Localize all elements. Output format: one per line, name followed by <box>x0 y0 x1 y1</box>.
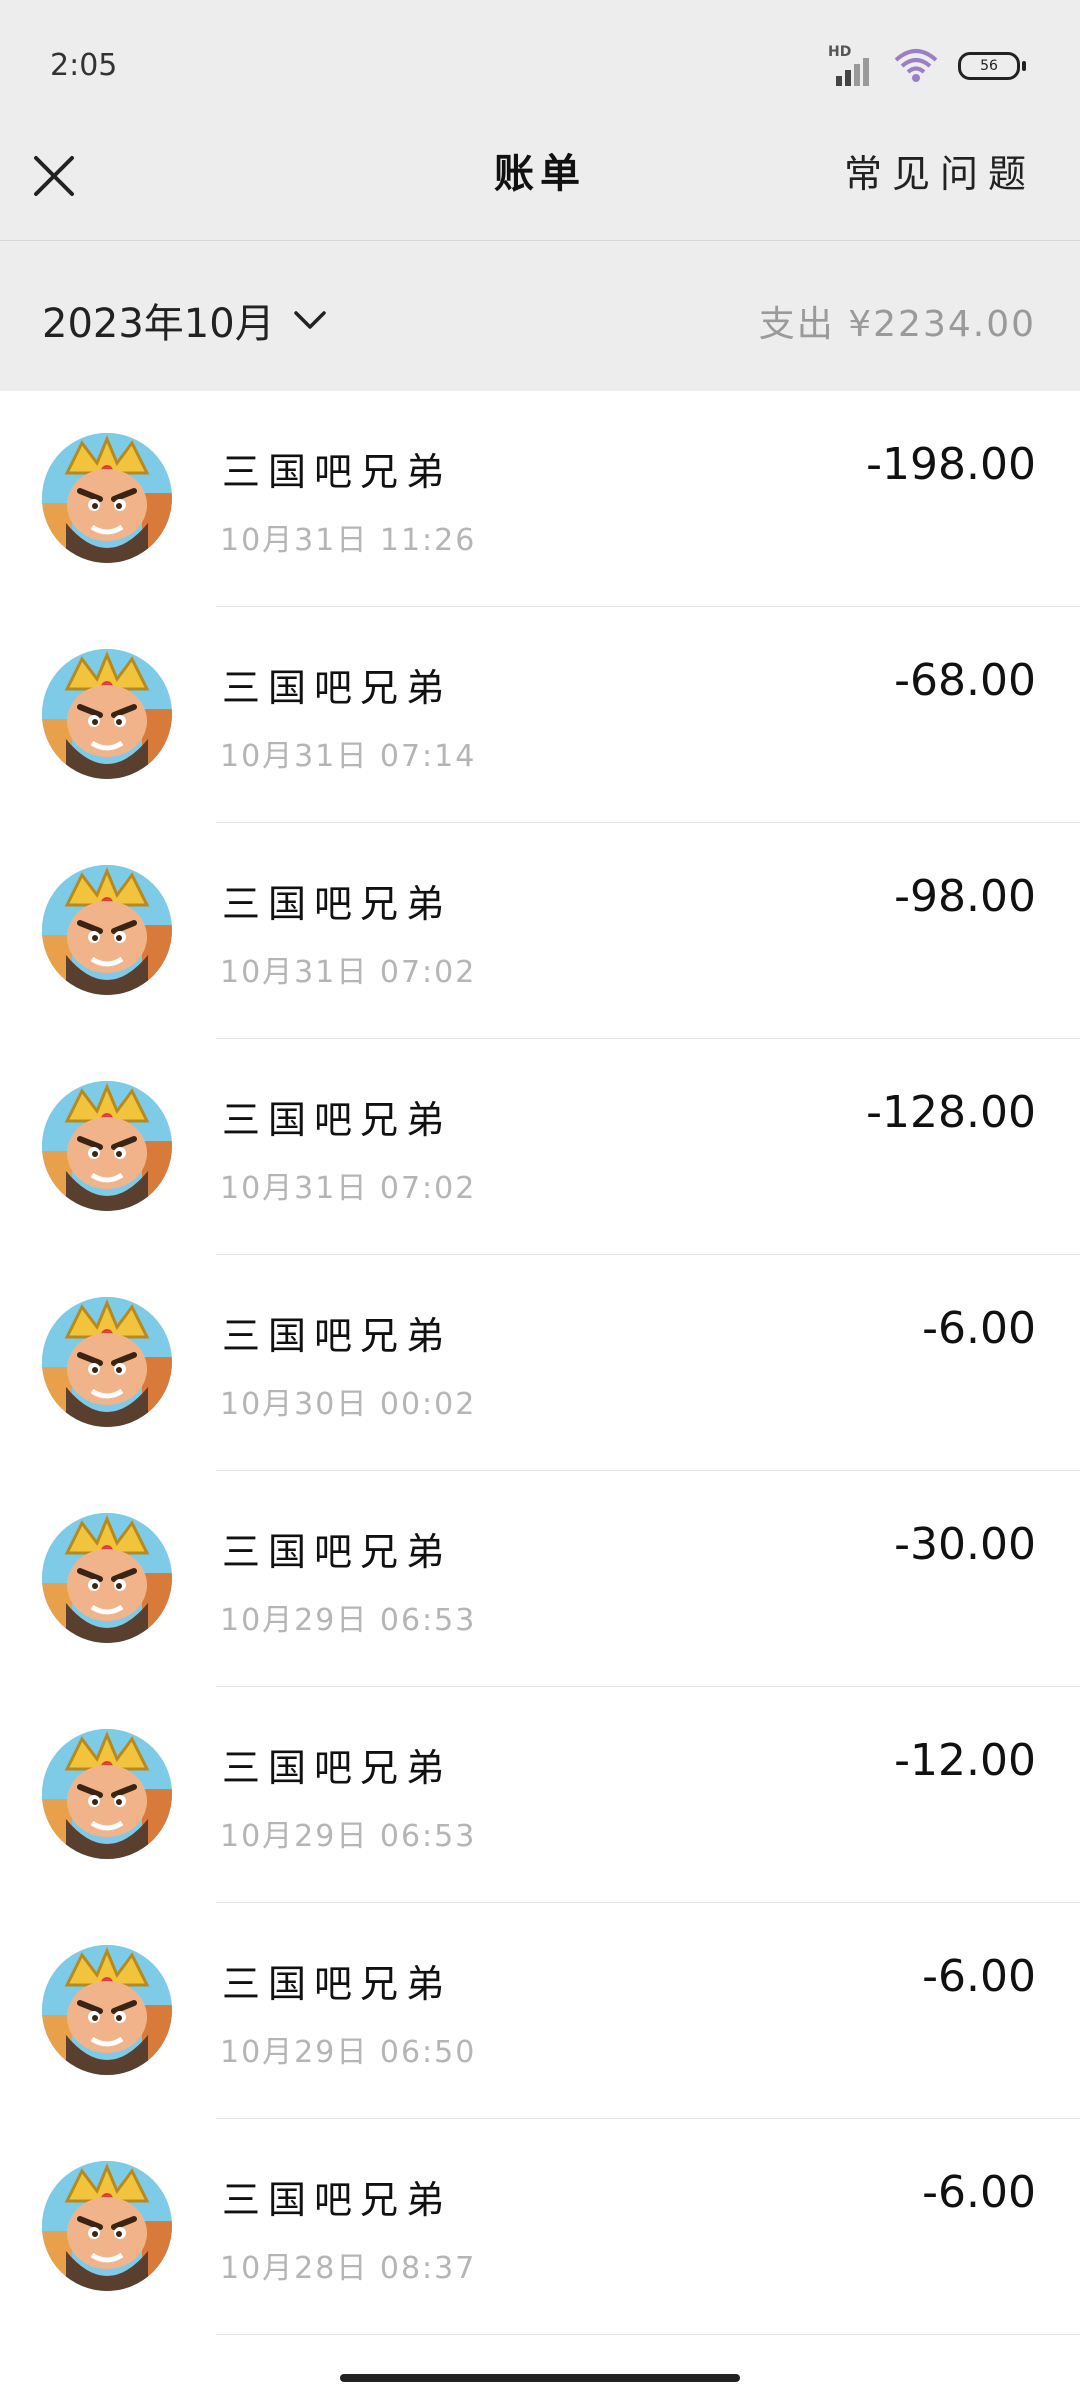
merchant-name: 三国吧兄弟 <box>222 2178 453 2222</box>
merchant-name: 三国吧兄弟 <box>222 1314 453 1358</box>
transaction-list: 三国吧兄弟 10月31日 11:26 -198.00 三国吧兄弟 10月31日 … <box>0 391 1080 2335</box>
battery-icon: 56 <box>958 52 1026 80</box>
game-avatar-image <box>42 1513 172 1643</box>
avatar <box>42 1945 172 2075</box>
transaction-amount: -12.00 <box>894 1735 1036 1786</box>
avatar <box>42 433 172 563</box>
merchant-name: 三国吧兄弟 <box>222 882 453 926</box>
transaction-amount: -6.00 <box>922 1303 1036 1354</box>
transaction-row[interactable]: 三国吧兄弟 10月29日 06:53 -12.00 <box>0 1687 1080 1903</box>
transaction-row[interactable]: 三国吧兄弟 10月31日 07:02 -128.00 <box>0 1039 1080 1255</box>
game-avatar-image <box>42 865 172 995</box>
avatar <box>42 2161 172 2291</box>
avatar <box>42 1297 172 1427</box>
status-bar: 2:05 HD 56 <box>0 0 1080 140</box>
transaction-datetime: 10月30日 00:02 <box>220 1387 477 1422</box>
avatar <box>42 1513 172 1643</box>
battery-level: 56 <box>980 58 998 74</box>
merchant-name: 三国吧兄弟 <box>222 1962 453 2006</box>
transaction-amount: -128.00 <box>866 1087 1036 1138</box>
transaction-datetime: 10月31日 07:02 <box>220 1171 477 1206</box>
status-icons: HD 56 <box>828 44 1026 86</box>
wifi-icon <box>894 49 938 82</box>
transaction-row[interactable]: 三国吧兄弟 10月31日 07:14 -68.00 <box>0 607 1080 823</box>
transaction-datetime: 10月31日 07:02 <box>220 955 477 990</box>
row-divider <box>216 2334 1080 2335</box>
merchant-name: 三国吧兄弟 <box>222 1746 453 1790</box>
transaction-amount: -68.00 <box>894 655 1036 706</box>
transaction-row[interactable]: 三国吧兄弟 10月30日 00:02 -6.00 <box>0 1255 1080 1471</box>
avatar <box>42 865 172 995</box>
game-avatar-image <box>42 649 172 779</box>
game-avatar-image <box>42 1945 172 2075</box>
merchant-name: 三国吧兄弟 <box>222 1530 453 1574</box>
month-picker[interactable]: 2023年10月 <box>42 291 327 349</box>
transaction-amount: -98.00 <box>894 871 1036 922</box>
game-avatar-image <box>42 1081 172 1211</box>
expense-summary: 支出 ¥2234.00 <box>758 304 1036 345</box>
status-time: 2:05 <box>50 48 118 83</box>
faq-link[interactable]: 常见问题 <box>844 140 1036 208</box>
chevron-down-icon <box>293 311 326 329</box>
transaction-amount: -6.00 <box>922 2167 1036 2218</box>
home-indicator[interactable] <box>340 2374 740 2382</box>
transaction-datetime: 10月29日 06:50 <box>220 2035 477 2070</box>
filter-bar: 2023年10月 支出 ¥2234.00 <box>0 241 1080 391</box>
avatar <box>42 649 172 779</box>
merchant-name: 三国吧兄弟 <box>222 1098 453 1142</box>
transaction-row[interactable]: 三国吧兄弟 10月29日 06:53 -30.00 <box>0 1471 1080 1687</box>
avatar <box>42 1729 172 1859</box>
transaction-row[interactable]: 三国吧兄弟 10月29日 06:50 -6.00 <box>0 1903 1080 2119</box>
game-avatar-image <box>42 433 172 563</box>
nav-bar: 账单 常见问题 <box>0 140 1080 241</box>
transaction-row[interactable]: 三国吧兄弟 10月28日 08:37 -6.00 <box>0 2119 1080 2335</box>
transaction-datetime: 10月31日 07:14 <box>220 739 477 774</box>
game-avatar-image <box>42 2161 172 2291</box>
transaction-amount: -6.00 <box>922 1951 1036 2002</box>
month-label: 2023年10月 <box>42 301 275 347</box>
game-avatar-image <box>42 1297 172 1427</box>
transaction-datetime: 10月28日 08:37 <box>220 2251 477 2286</box>
transaction-amount: -30.00 <box>894 1519 1036 1570</box>
transaction-amount: -198.00 <box>866 439 1036 490</box>
transaction-row[interactable]: 三国吧兄弟 10月31日 11:26 -198.00 <box>0 391 1080 607</box>
transaction-datetime: 10月29日 06:53 <box>220 1819 477 1854</box>
merchant-name: 三国吧兄弟 <box>222 666 453 710</box>
game-avatar-image <box>42 1729 172 1859</box>
merchant-name: 三国吧兄弟 <box>222 450 453 494</box>
avatar <box>42 1081 172 1211</box>
signal-icon: HD <box>828 44 874 86</box>
transaction-datetime: 10月29日 06:53 <box>220 1603 477 1638</box>
transaction-datetime: 10月31日 11:26 <box>220 523 477 558</box>
transaction-row[interactable]: 三国吧兄弟 10月31日 07:02 -98.00 <box>0 823 1080 1039</box>
